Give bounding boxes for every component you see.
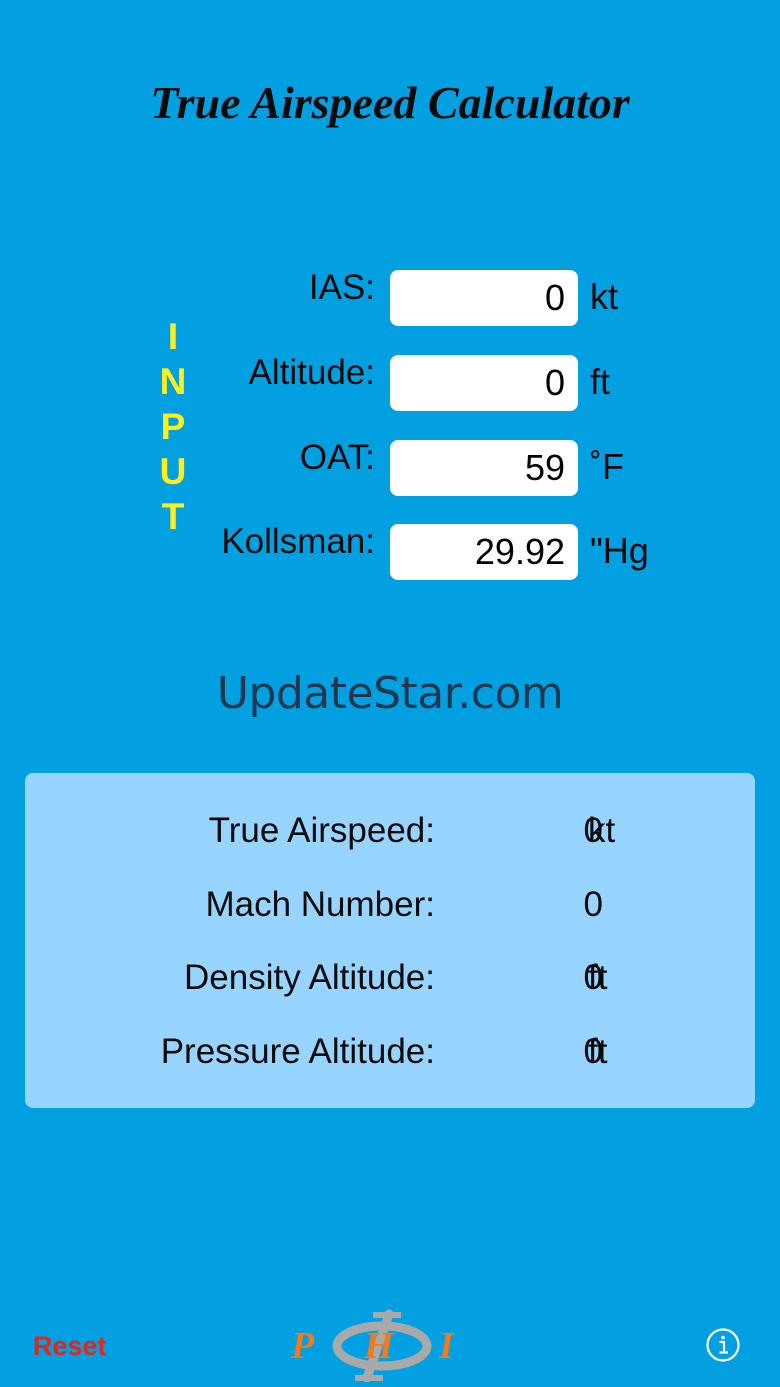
ias-input[interactable]: 0: [390, 270, 578, 326]
kollsman-unit: "Hg: [590, 530, 649, 571]
results-panel: True Airspeed: 0 kt Mach Number: 0 Densi…: [25, 773, 755, 1108]
reset-button[interactable]: Reset: [33, 1331, 107, 1362]
true-airspeed-label: True Airspeed:: [208, 811, 435, 850]
input-section-label: I N P U T: [155, 314, 191, 539]
true-airspeed-unit: kt: [588, 811, 616, 850]
ias-unit: kt: [590, 276, 619, 317]
logo-letter-h: H: [363, 1325, 395, 1367]
logo-letter-p: P: [290, 1325, 315, 1367]
ias-row: IAS: 0 kt: [0, 268, 780, 326]
oat-label: OAT:: [299, 438, 375, 477]
mach-number-label: Mach Number:: [205, 885, 435, 924]
pressure-altitude-unit: ft: [588, 1032, 608, 1071]
altitude-row: Altitude: 0 ft: [0, 353, 780, 411]
altitude-label: Altitude:: [248, 353, 375, 392]
ias-label: IAS:: [308, 268, 375, 307]
mach-number-value: 0: [583, 885, 603, 924]
kollsman-label: Kollsman:: [221, 522, 375, 561]
oat-input[interactable]: 59: [390, 440, 578, 496]
kollsman-row: Kollsman: 29.92 "Hg: [0, 522, 780, 580]
logo-letter-i: I: [438, 1325, 455, 1367]
page-title: True Airspeed Calculator: [150, 77, 630, 128]
info-icon[interactable]: [705, 1327, 741, 1363]
pressure-altitude-label: Pressure Altitude:: [160, 1032, 435, 1071]
oat-row: OAT: 59 ˚F: [0, 438, 780, 496]
kollsman-input[interactable]: 29.92: [390, 524, 578, 580]
watermark-text: UpdateStar.com: [216, 668, 564, 719]
phi-logo: P H I: [290, 1309, 455, 1382]
altitude-input[interactable]: 0: [390, 355, 578, 411]
result-row-mach-number: Mach Number: 0: [25, 885, 755, 935]
result-row-pressure-altitude: Pressure Altitude: 0 ft: [25, 1032, 755, 1082]
oat-unit: ˚F: [590, 446, 624, 487]
density-altitude-unit: ft: [588, 958, 608, 997]
density-altitude-label: Density Altitude:: [184, 958, 435, 997]
altitude-unit: ft: [590, 361, 611, 402]
result-row-density-altitude: Density Altitude: 0 ft: [25, 958, 755, 1008]
result-row-true-airspeed: True Airspeed: 0 kt: [25, 811, 755, 861]
